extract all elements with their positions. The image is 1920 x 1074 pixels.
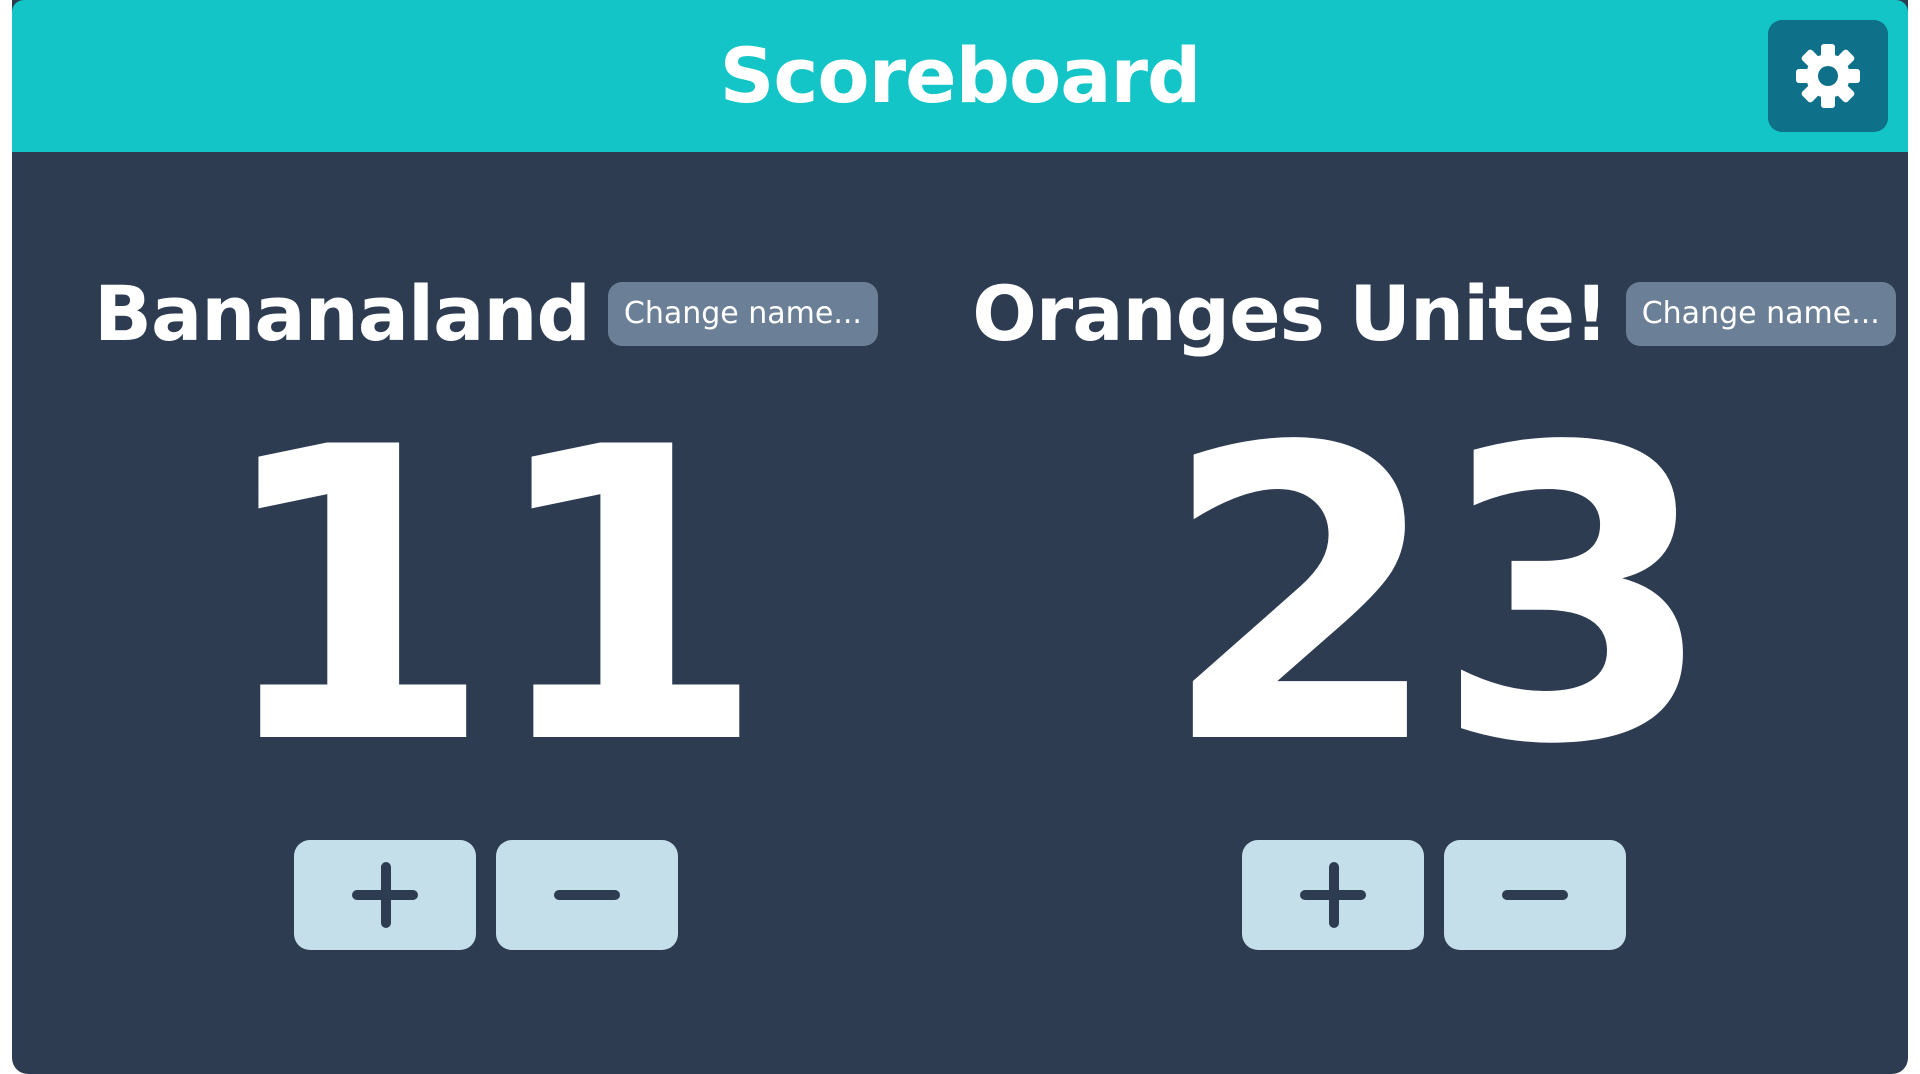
team-name: Bananaland	[94, 269, 591, 358]
increment-button[interactable]	[1242, 840, 1424, 950]
team-name: Oranges Unite!	[972, 269, 1609, 358]
plus-icon	[1298, 860, 1368, 930]
team-name-row: Oranges Unite! Change name...	[960, 264, 1908, 364]
score-controls	[12, 840, 960, 950]
change-name-button[interactable]: Change name...	[1625, 282, 1896, 346]
team-panel-2: Oranges Unite! Change name... 23	[960, 152, 1908, 1074]
page-title: Scoreboard	[719, 31, 1202, 120]
team-score: 11	[212, 363, 767, 833]
team-panel-1: Bananaland Change name... 11	[12, 152, 960, 1074]
team-name-row: Bananaland Change name...	[12, 264, 960, 364]
increment-button[interactable]	[294, 840, 476, 950]
decrement-button[interactable]	[496, 840, 678, 950]
scoreboard-app: Scoreboard Bananaland Change name... 11 …	[12, 0, 1908, 1074]
minus-icon	[552, 888, 622, 902]
gear-icon	[1792, 40, 1864, 112]
change-name-button[interactable]: Change name...	[607, 282, 878, 346]
settings-button[interactable]	[1768, 20, 1888, 132]
score-controls	[960, 840, 1908, 950]
plus-icon	[350, 860, 420, 930]
minus-icon	[1500, 888, 1570, 902]
team-score: 23	[1160, 363, 1715, 833]
header-bar: Scoreboard	[12, 0, 1908, 152]
decrement-button[interactable]	[1444, 840, 1626, 950]
